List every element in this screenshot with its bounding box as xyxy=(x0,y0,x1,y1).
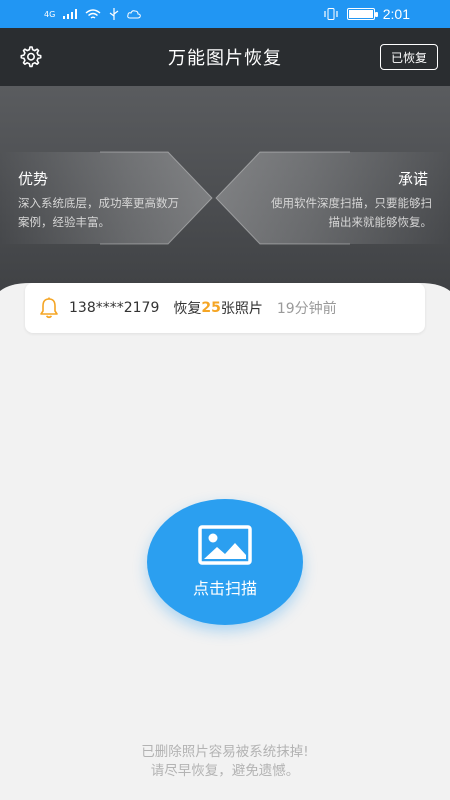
vibrate-icon xyxy=(324,8,338,20)
scan-button[interactable]: 点击扫描 xyxy=(147,499,303,625)
status-left: 4G xyxy=(44,8,142,20)
notification-count: 25 xyxy=(201,300,221,316)
promise-title: 承诺 xyxy=(397,170,428,188)
footer-line-2: 请尽早恢复，避免遗憾。 xyxy=(150,763,300,779)
gear-icon xyxy=(20,46,42,68)
settings-button[interactable] xyxy=(16,43,44,71)
footer-line-1: 已删除照片容易被系统抹掉! xyxy=(141,744,309,760)
promise-description: 使用软件深度扫描，只要能够扫描出来就能够恢复。 xyxy=(271,196,432,229)
recovery-notification: 138****2179 恢复 25 张照片 19分钟前 xyxy=(25,283,425,333)
notification-phone: 138****2179 xyxy=(69,300,160,316)
app-header: 万能图片恢复 已恢复 xyxy=(0,28,450,86)
hero-banner: 优势 深入系统底层，成功率更高数万案例，经验丰富。 承诺 使用软件深度扫描，只要… xyxy=(0,86,450,306)
advantage-description: 深入系统底层，成功率更高数万案例，经验丰富。 xyxy=(18,196,179,229)
bell-icon xyxy=(40,297,58,319)
status-time: 2:01 xyxy=(382,6,410,22)
notification-suffix: 张照片 xyxy=(220,301,263,317)
signal-icon xyxy=(63,9,78,19)
battery-icon xyxy=(346,8,378,20)
status-bar: 4G 2:01 xyxy=(0,0,450,28)
advantage-title: 优势 xyxy=(18,170,49,188)
network-type: 4G xyxy=(44,9,56,19)
footer-tip: 已删除照片容易被系统抹掉! 请尽早恢复，避免遗憾。 xyxy=(0,743,450,781)
notification-prefix: 恢复 xyxy=(173,301,202,317)
usb-icon xyxy=(109,8,119,20)
battery-fill xyxy=(348,10,374,18)
notification-time: 19分钟前 xyxy=(276,301,337,317)
cloud-icon xyxy=(127,10,142,19)
recovered-button[interactable]: 已恢复 xyxy=(380,44,438,70)
status-right: 2:01 xyxy=(323,6,410,22)
scan-label: 点击扫描 xyxy=(192,579,257,598)
image-icon xyxy=(198,525,252,565)
wifi-icon xyxy=(85,8,101,19)
page-title: 万能图片恢复 xyxy=(168,48,282,69)
